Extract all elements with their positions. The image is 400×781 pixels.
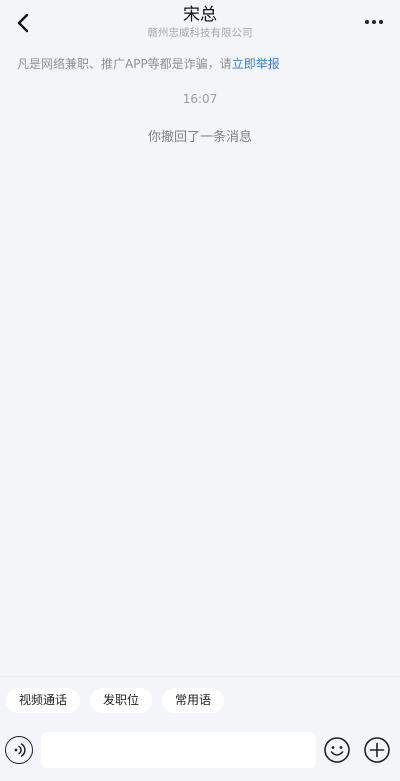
- emoji-icon: [324, 737, 350, 763]
- chat-title: 宋总: [183, 5, 217, 25]
- post-job-chip[interactable]: 发职位: [90, 688, 153, 713]
- chat-subtitle: 赣州忠威科技有限公司: [147, 27, 253, 39]
- more-button[interactable]: [362, 12, 386, 32]
- recalled-message-notice: 你撤回了一条消息: [147, 130, 252, 145]
- report-link[interactable]: 立即举报: [232, 57, 280, 71]
- plus-button[interactable]: [363, 736, 391, 764]
- bottom-composer: 视频通话 发职位 常用语: [0, 676, 400, 781]
- more-dots-icon: [379, 20, 383, 24]
- message-timestamp: 16:07: [182, 92, 218, 106]
- more-dots-icon: [365, 20, 369, 24]
- chat-header: 宋总 赣州忠威科技有限公司: [0, 0, 400, 46]
- more-dots-icon: [372, 20, 376, 24]
- fraud-notice-text: 凡是网络兼职、推广APP等都是诈骗，请: [17, 57, 232, 71]
- video-call-chip[interactable]: 视频通话: [6, 688, 81, 713]
- quick-action-bar: 视频通话 发职位 常用语: [6, 688, 225, 713]
- plus-icon: [364, 737, 390, 763]
- emoji-button[interactable]: [323, 736, 351, 764]
- message-input[interactable]: [41, 732, 316, 768]
- common-phrases-chip[interactable]: 常用语: [162, 688, 225, 713]
- voice-button[interactable]: [5, 736, 33, 764]
- voice-icon: [14, 743, 26, 757]
- fraud-notice: 凡是网络兼职、推广APP等都是诈骗，请立即举报: [17, 56, 280, 72]
